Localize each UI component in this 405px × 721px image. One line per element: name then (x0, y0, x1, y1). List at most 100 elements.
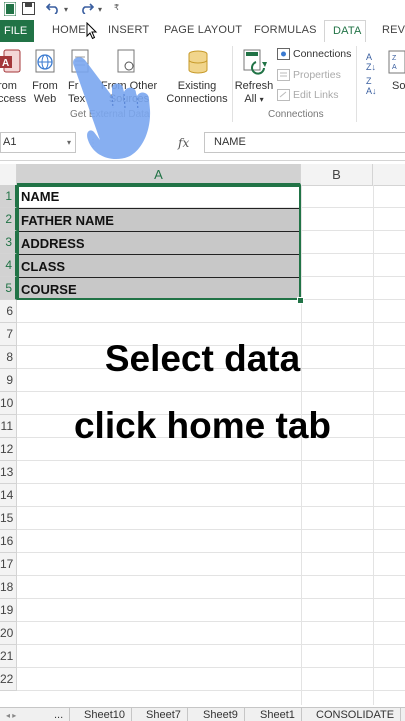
row-gridline (17, 598, 405, 599)
column-header-a[interactable]: A (17, 164, 301, 185)
row-header[interactable]: 13 (0, 461, 17, 484)
select-all-corner[interactable] (0, 164, 17, 185)
row-header[interactable]: 6 (0, 300, 17, 323)
tab-review[interactable]: REVI (382, 24, 405, 36)
properties-button[interactable]: Properties (293, 69, 341, 81)
row-gridline (17, 575, 405, 576)
tab-home[interactable]: HOME (52, 24, 86, 36)
sort-az-icon[interactable]: A Z↓ (366, 52, 376, 72)
column-header-bar: A B (0, 164, 405, 186)
row-header[interactable]: 16 (0, 530, 17, 553)
name-box-value: A1 (3, 136, 17, 148)
row-header[interactable]: 22 (0, 668, 17, 691)
redo-dropdown-icon[interactable]: ▾ (98, 5, 102, 14)
from-access-button[interactable]: romccess (0, 80, 26, 106)
cell-a3[interactable]: ADDRESS (17, 231, 301, 254)
tab-data-active[interactable]: DATA (324, 20, 366, 43)
row-header[interactable]: 14 (0, 484, 17, 507)
tab-insert[interactable]: INSERT (108, 24, 149, 36)
access-icon[interactable]: A (0, 48, 22, 76)
tab-file[interactable]: FILE (0, 20, 34, 42)
refresh-dropdown-icon[interactable]: ▾ (260, 95, 264, 104)
row-header[interactable]: 1 (0, 185, 17, 208)
undo-dropdown-icon[interactable]: ▾ (64, 5, 68, 14)
column-header-c[interactable] (373, 164, 405, 185)
insert-function-icon[interactable]: fx (178, 136, 189, 150)
sheet-nav-arrows-icon[interactable]: ◂ ▸ (0, 708, 44, 721)
quick-access-toolbar: ▾ ▾ ₹ (0, 0, 405, 20)
from-web-button[interactable]: From Web (31, 80, 59, 106)
sheet-tab[interactable]: Sheet7 (140, 708, 188, 721)
row-header[interactable]: 17 (0, 553, 17, 576)
column-header-b[interactable]: B (301, 164, 373, 185)
row-header[interactable]: 19 (0, 599, 17, 622)
tab-formulas[interactable]: FORMULAS (254, 24, 317, 36)
row-header[interactable]: 20 (0, 622, 17, 645)
ribbon-separator (356, 46, 357, 122)
row-gridline (17, 391, 405, 392)
sort-icon[interactable]: ZA (388, 50, 405, 78)
row-gridline (17, 690, 405, 691)
row-header[interactable]: 3 (0, 231, 17, 254)
web-globe-icon[interactable] (34, 48, 58, 76)
undo-icon[interactable] (45, 2, 60, 17)
sort-za-icon[interactable]: Z A↓ (366, 76, 377, 96)
properties-icon[interactable] (277, 69, 290, 81)
tab-page-layout[interactable]: PAGE LAYOUT (164, 24, 242, 36)
name-box[interactable]: A1 ▾ (0, 132, 76, 153)
svg-text:Z: Z (392, 55, 397, 62)
row-header[interactable]: 15 (0, 507, 17, 530)
row-gridline (17, 529, 405, 530)
ribbon-tab-bar: FILE HOME INSERT PAGE LAYOUT FORMULAS DA… (0, 20, 405, 43)
cell-a5[interactable]: COURSE (17, 277, 301, 300)
refresh-all-button[interactable]: Refresh All ▾ (234, 80, 274, 106)
sheet-tab[interactable]: CONSOLIDATE (310, 708, 402, 721)
mouse-cursor-icon (86, 22, 98, 40)
row-gridline (17, 506, 405, 507)
ribbon-separator (232, 46, 233, 122)
redo-icon[interactable] (80, 2, 95, 17)
customize-toolbar-icon[interactable]: ₹ (114, 3, 119, 12)
row-gridline (17, 322, 405, 323)
row-gridline (17, 621, 405, 622)
row-gridline (17, 644, 405, 645)
row-header[interactable]: 2 (0, 208, 17, 231)
formula-input[interactable]: NAME (204, 132, 405, 153)
get-external-data-group-label: Get External Data (70, 109, 150, 120)
tab-data[interactable]: DATA (333, 25, 362, 37)
excel-logo-icon (3, 1, 17, 19)
row-header[interactable]: 4 (0, 254, 17, 277)
existing-connections-icon[interactable] (184, 48, 212, 76)
sheet-tab-more[interactable]: ... (48, 708, 71, 721)
edit-links-icon[interactable] (277, 89, 290, 101)
cell-a1[interactable]: NAME (17, 185, 301, 208)
ribbon-data: A romccess FromWeb FrTex From OtherSourc… (0, 42, 405, 129)
connections-icon[interactable] (277, 48, 290, 60)
text-file-icon[interactable] (70, 48, 92, 76)
other-sources-icon[interactable] (116, 48, 140, 76)
sort-button[interactable]: So (392, 80, 405, 93)
sheet-tab[interactable]: Sheet1 (254, 708, 302, 721)
existing-connections-button[interactable]: Existing Connections (164, 80, 230, 106)
row-header[interactable]: 18 (0, 576, 17, 599)
cell-a2[interactable]: FATHER NAME (17, 208, 301, 231)
from-text-button[interactable]: Fr Tex (68, 80, 92, 106)
svg-text:A: A (392, 64, 397, 71)
name-box-dropdown-icon[interactable]: ▾ (67, 133, 71, 152)
cell-a4[interactable]: CLASS (17, 254, 301, 277)
edit-links-button[interactable]: Edit Links (293, 89, 339, 101)
row-header[interactable]: 5 (0, 277, 17, 300)
sheet-tab[interactable]: Sheet10 (78, 708, 132, 721)
row-gridline (17, 552, 405, 553)
row-header[interactable]: 21 (0, 645, 17, 668)
overlay-caption-line2: click home tab (73, 405, 332, 446)
from-other-sources-button[interactable]: From Other Sources (100, 80, 158, 106)
refresh-all-icon[interactable] (242, 48, 270, 76)
sheet-tab[interactable]: Sheet9 (197, 708, 245, 721)
svg-text:A: A (2, 58, 9, 69)
save-icon[interactable] (22, 2, 35, 18)
connections-button[interactable]: Connections (293, 48, 351, 60)
overlay-caption-line1: Select data (104, 338, 301, 379)
formula-bar-divider-icon: ⋮ (88, 138, 98, 149)
fill-handle[interactable] (297, 297, 304, 304)
